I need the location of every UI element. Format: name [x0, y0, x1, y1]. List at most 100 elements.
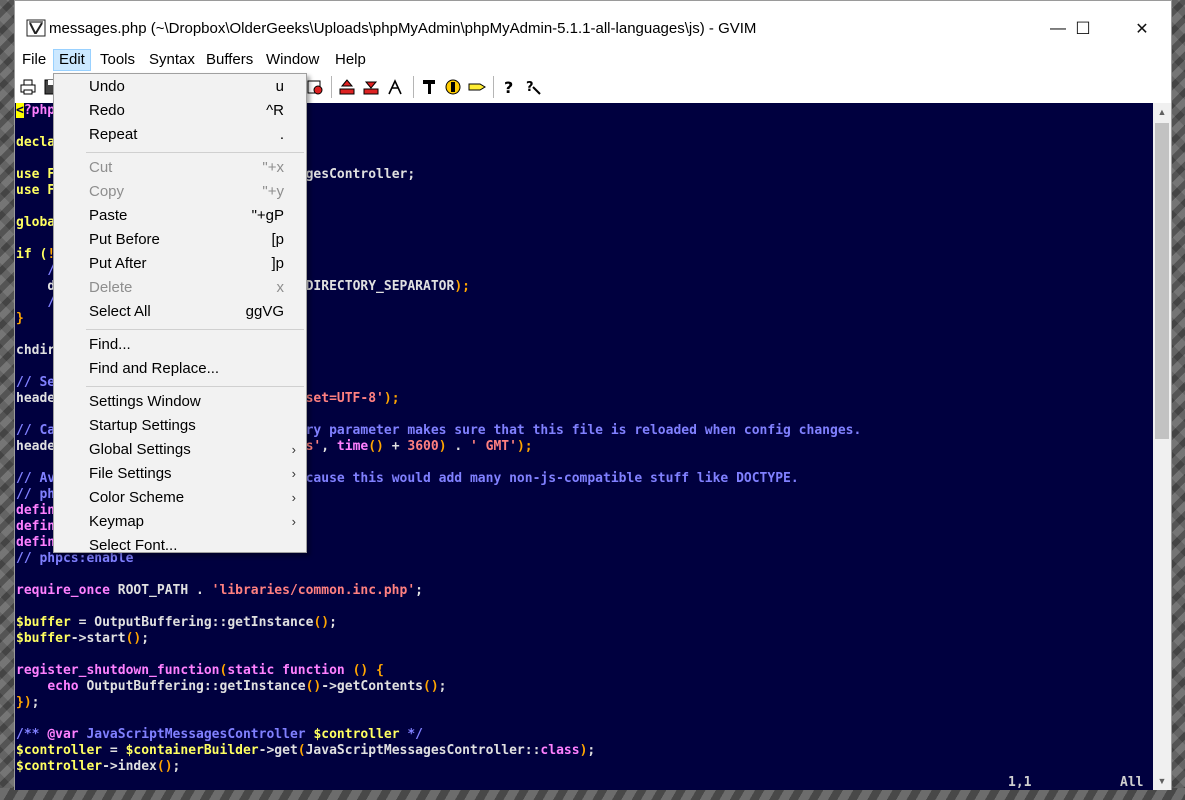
menu-item-put-before[interactable]: Put Before [p	[54, 229, 306, 251]
title-bar[interactable]: messages.php (~\Dropbox\OlderGeeks\Uploa…	[15, 1, 1171, 45]
menu-item-label: Settings Window	[89, 393, 201, 410]
code-token: use F	[16, 183, 56, 198]
scroll-down-icon[interactable]: ▼	[1153, 772, 1171, 790]
menu-item-label: Select All	[89, 303, 151, 320]
menu-item-redo[interactable]: Redo ^R	[54, 100, 306, 122]
code-token: he query parameter makes sure that this …	[258, 423, 862, 438]
code-line: <?php	[16, 103, 55, 119]
menu-item-label: Cut	[89, 159, 113, 176]
menu-separator	[86, 386, 304, 387]
scroll-up-icon[interactable]: ▲	[1153, 103, 1171, 121]
tag-icon[interactable]	[467, 77, 487, 97]
code-token: $controller	[16, 743, 103, 758]
find-help-icon[interactable]: ?	[523, 77, 543, 97]
menu-item-shortcut: .	[279, 126, 284, 143]
code-token: use F	[16, 167, 56, 182]
menu-item-label: File Settings	[89, 465, 172, 482]
menu-item-label: Delete	[89, 279, 133, 296]
code-token: ?php	[23, 103, 56, 118]
menu-item-select-font[interactable]: Select Font...	[54, 535, 306, 557]
menu-item-find-and-replace[interactable]: Find and Replace...	[54, 358, 306, 380]
menu-item-find[interactable]: Find...	[54, 334, 306, 356]
close-icon: ✕	[1135, 21, 1149, 38]
code-token: globa	[16, 215, 56, 230]
maximize-icon: ☐	[1075, 19, 1091, 38]
code-token: ;	[587, 743, 596, 758]
menu-edit[interactable]: Edit	[53, 49, 91, 71]
menu-item-paste[interactable]: Paste "+gP	[54, 205, 306, 227]
toolbar-separator	[413, 76, 414, 98]
upload-icon[interactable]	[337, 77, 357, 97]
download-icon[interactable]	[361, 77, 381, 97]
menu-item-put-after[interactable]: Put After]p	[54, 253, 306, 275]
menu-item-shortcut: [p	[271, 231, 284, 248]
code-token: */	[399, 727, 424, 742]
menu-item-label: Copy	[89, 183, 125, 200]
menu-buffers[interactable]: Buffers	[201, 49, 258, 71]
menu-tools[interactable]: Tools	[95, 49, 140, 71]
menu-separator	[86, 329, 304, 330]
close-button[interactable]: ✕	[1119, 13, 1165, 45]
run-script-icon[interactable]	[305, 77, 325, 97]
menu-item-repeat[interactable]: Repeat.	[54, 124, 306, 146]
code-line: defin	[16, 535, 55, 551]
code-line: /	[16, 295, 55, 311]
menu-item-settings-window[interactable]: Settings Window	[54, 391, 306, 413]
code-line: }	[16, 311, 24, 327]
code-line: $controller = $containerBuilder->get(Jav…	[16, 743, 595, 759]
menu-bar: File Edit Tools Syntax Buffers Window He…	[15, 47, 1171, 72]
run-ctags-icon[interactable]	[385, 77, 405, 97]
svg-text:?: ?	[526, 80, 534, 95]
code-token: echo	[47, 679, 79, 694]
help-icon[interactable]: ?	[499, 77, 519, 97]
code-token: $buffer	[16, 631, 71, 646]
code-token: ;	[172, 759, 181, 774]
code-token: +	[383, 439, 408, 454]
code-token: $buffer	[16, 615, 71, 630]
code-token: time	[336, 439, 369, 454]
menu-item-select-all[interactable]: Select All ggVG	[54, 301, 306, 323]
code-token: ->index	[102, 759, 157, 774]
vertical-scrollbar[interactable]: ▲ ▼	[1153, 103, 1171, 790]
menu-window[interactable]: Window	[261, 49, 324, 71]
menu-item-file-settings[interactable]: File Settings ›	[54, 463, 306, 485]
menu-item-label: Color Scheme	[89, 489, 185, 506]
code-token: php because this would add many non-js-c…	[258, 471, 799, 486]
menu-item-label: Select Font...	[89, 537, 178, 554]
build-icon[interactable]	[419, 77, 439, 97]
code-token: register_shutdown_function	[16, 663, 220, 678]
code-token: ->get	[258, 743, 298, 758]
menu-item-shortcut: ggVG	[245, 303, 284, 320]
desktop-background-right	[1171, 0, 1185, 800]
menu-item-keymap[interactable]: Keymap ›	[54, 511, 306, 533]
code-token: if (	[16, 247, 48, 262]
code-token: $controller	[16, 759, 103, 774]
menu-item-shortcut: "+gP	[251, 207, 284, 224]
menu-item-undo[interactable]: Undo u	[54, 76, 306, 98]
code-token: 3600	[407, 439, 439, 454]
menu-file[interactable]: File	[17, 49, 51, 71]
menu-help[interactable]: Help	[330, 49, 371, 71]
menu-item-startup-settings[interactable]: Startup Settings	[54, 415, 306, 437]
jump-icon[interactable]	[443, 77, 463, 97]
scrollbar-thumb[interactable]	[1155, 123, 1169, 439]
gvim-app-icon	[26, 19, 46, 37]
menu-syntax[interactable]: Syntax	[144, 49, 200, 71]
print-icon[interactable]	[18, 77, 38, 97]
maximize-button[interactable]: ☐	[1060, 13, 1106, 45]
code-line: $buffer = OutputBuffering::getInstance()…	[16, 615, 337, 631]
code-line: decla	[16, 135, 55, 151]
code-token: heade	[16, 391, 56, 406]
menu-item-color-scheme[interactable]: Color Scheme ›	[54, 487, 306, 509]
code-token: ;	[329, 615, 337, 630]
code-token: . DIRECTORY_SEPARATOR	[282, 279, 455, 294]
menu-item-global-settings[interactable]: Global Settings ›	[54, 439, 306, 461]
code-line: /** @var JavaScriptMessagesController $c…	[16, 727, 423, 743]
window-title: messages.php (~\Dropbox\OlderGeeks\Uploa…	[49, 20, 757, 37]
code-token: ()	[125, 631, 142, 646]
code-token: 'libraries/common.inc.php'	[211, 583, 416, 598]
